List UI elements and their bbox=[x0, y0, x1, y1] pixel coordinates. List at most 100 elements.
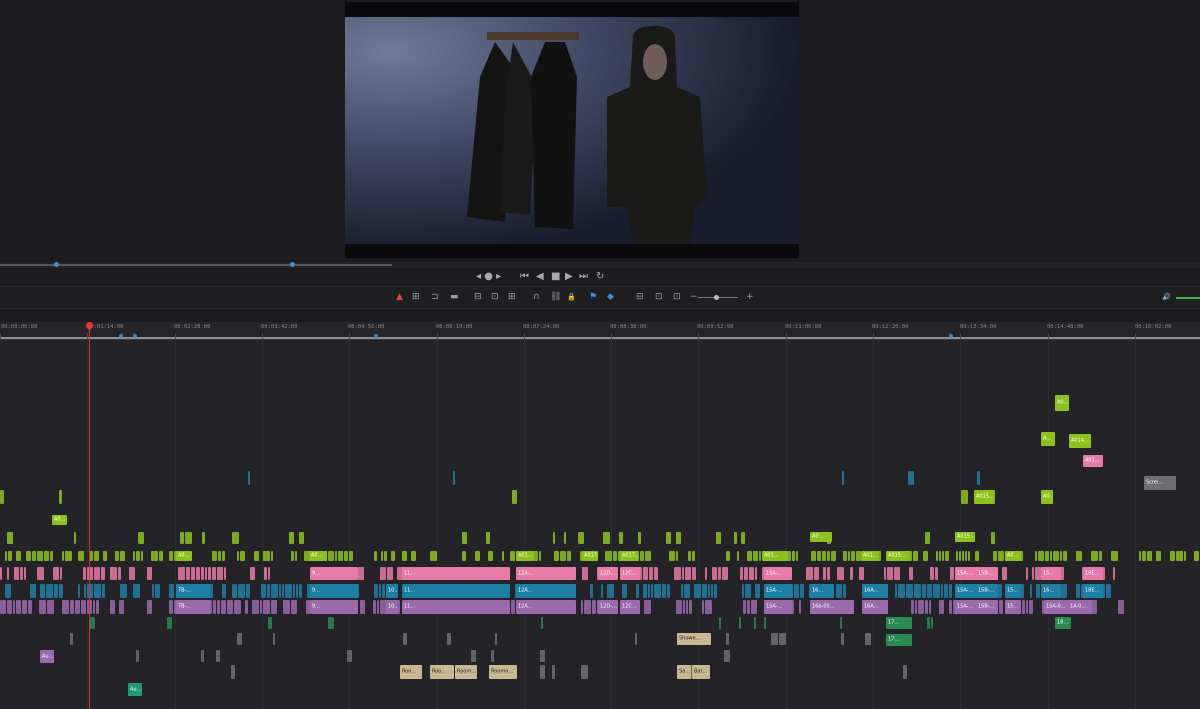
timeline-clip[interactable]: A01... bbox=[516, 551, 534, 561]
timeline-clip[interactable] bbox=[39, 600, 46, 614]
timeline-clip[interactable] bbox=[956, 551, 958, 561]
timeline-clip[interactable]: A015... bbox=[974, 490, 994, 504]
timeline-clip[interactable] bbox=[605, 551, 612, 561]
timeline-clip[interactable] bbox=[977, 471, 980, 485]
timeline-clip[interactable] bbox=[391, 551, 395, 561]
timeline-clip[interactable] bbox=[1026, 600, 1028, 614]
timeline-clip[interactable] bbox=[212, 551, 217, 561]
timeline-clip[interactable] bbox=[296, 584, 298, 598]
timeline-clip[interactable] bbox=[648, 584, 650, 598]
timeline-clip[interactable] bbox=[291, 600, 297, 614]
timeline-clip[interactable] bbox=[5, 584, 11, 598]
timeline-clip[interactable] bbox=[991, 532, 995, 544]
timeline-clip[interactable] bbox=[1091, 551, 1098, 561]
timeline-clip[interactable] bbox=[950, 567, 954, 580]
timeline-clip[interactable] bbox=[751, 600, 757, 614]
timeline-clip[interactable]: Au... bbox=[40, 650, 54, 663]
timeline-clip[interactable] bbox=[344, 551, 348, 561]
timeline-clip[interactable] bbox=[338, 551, 343, 561]
timeline-clip[interactable] bbox=[654, 584, 661, 598]
timeline-clip[interactable] bbox=[903, 665, 907, 679]
timeline-clip[interactable] bbox=[578, 532, 584, 544]
timeline-clip[interactable]: 17... bbox=[886, 634, 912, 646]
timeline-clip[interactable] bbox=[922, 584, 926, 598]
timeline-clip[interactable] bbox=[232, 584, 237, 598]
timeline-clip[interactable] bbox=[402, 551, 407, 561]
timeline-clip[interactable] bbox=[28, 600, 32, 614]
timeline-clip[interactable] bbox=[74, 532, 76, 544]
timeline-clip[interactable]: 16... bbox=[810, 584, 834, 598]
timeline-clip[interactable]: A01... bbox=[1083, 455, 1103, 467]
timeline-clip[interactable] bbox=[78, 551, 84, 561]
timeline-clip[interactable]: A017... bbox=[582, 551, 598, 561]
timeline-clip[interactable] bbox=[755, 567, 757, 580]
timeline-clip[interactable] bbox=[848, 551, 850, 561]
timeline-clip[interactable] bbox=[944, 584, 948, 598]
timeline-clip[interactable] bbox=[282, 584, 284, 598]
timeline-clip[interactable] bbox=[822, 551, 826, 561]
timeline-clip[interactable] bbox=[692, 551, 695, 561]
timeline-clip[interactable] bbox=[13, 600, 15, 614]
timeline-clip[interactable] bbox=[102, 584, 105, 598]
timeline-clip[interactable]: 12C... bbox=[620, 567, 640, 580]
timeline-clip[interactable] bbox=[692, 567, 696, 580]
timeline-clip[interactable] bbox=[998, 584, 1002, 598]
overwrite-clip-icon[interactable]: ⊡ bbox=[491, 292, 499, 303]
timeline-clip[interactable] bbox=[1142, 551, 1146, 561]
timeline-clip[interactable] bbox=[486, 532, 490, 544]
timeline-clip[interactable]: A0... bbox=[309, 551, 327, 561]
timeline-clip[interactable]: 15B-... bbox=[976, 567, 998, 580]
timeline-clip[interactable] bbox=[711, 584, 713, 598]
timeline-clip[interactable] bbox=[84, 584, 86, 598]
timeline-clip[interactable] bbox=[231, 665, 235, 679]
timeline-clip[interactable] bbox=[726, 551, 730, 561]
timeline-clip[interactable] bbox=[895, 584, 897, 598]
dynamic-trim-icon[interactable]: ⊐ bbox=[431, 292, 439, 303]
timeline-clip[interactable] bbox=[512, 490, 517, 504]
timeline-clip[interactable] bbox=[906, 584, 913, 598]
timeline-clip[interactable] bbox=[539, 551, 541, 561]
timeline-clip[interactable] bbox=[743, 600, 746, 614]
timeline-clip[interactable] bbox=[129, 567, 135, 580]
timeline-clip[interactable] bbox=[962, 551, 964, 561]
timeline-clip[interactable]: A0... bbox=[810, 532, 832, 542]
timeline-clip[interactable] bbox=[993, 551, 997, 561]
timeline-clip[interactable] bbox=[1061, 584, 1067, 598]
timeline-clip[interactable] bbox=[843, 551, 847, 561]
timeline-clip[interactable] bbox=[87, 567, 93, 580]
timeline-clip[interactable] bbox=[47, 600, 54, 614]
timeline-clip[interactable]: 12C... bbox=[620, 600, 640, 614]
timeline-clip[interactable] bbox=[141, 551, 143, 561]
timeline-clip[interactable] bbox=[248, 471, 250, 485]
trim-tool-icon[interactable]: ⊞ bbox=[412, 292, 420, 303]
loop-icon[interactable]: ↻ bbox=[596, 271, 604, 283]
timeline-clip[interactable] bbox=[271, 584, 278, 598]
timeline-clip[interactable] bbox=[16, 551, 21, 561]
timeline-clip[interactable] bbox=[94, 551, 99, 561]
timeline-clip[interactable] bbox=[268, 567, 270, 580]
timeline-clip[interactable] bbox=[799, 600, 801, 614]
timeline-clip[interactable] bbox=[931, 617, 933, 629]
timeline-clip[interactable] bbox=[1045, 551, 1049, 561]
linked-selection-icon[interactable]: ⛓ bbox=[550, 292, 561, 303]
timeline-clip[interactable] bbox=[502, 551, 504, 561]
timeline-clip[interactable] bbox=[754, 617, 756, 629]
timeline-clip[interactable] bbox=[299, 532, 304, 544]
timeline-clip[interactable] bbox=[8, 551, 12, 561]
timeline-clip[interactable] bbox=[83, 567, 86, 580]
timeline-clip[interactable] bbox=[53, 567, 59, 580]
timeline-clip[interactable]: 12A-... bbox=[516, 567, 576, 580]
timeline-clip[interactable]: 15A-... bbox=[764, 567, 792, 580]
timeline-clip[interactable] bbox=[929, 600, 931, 614]
timeline-clip[interactable] bbox=[380, 567, 386, 580]
timeline-clip[interactable] bbox=[603, 532, 610, 544]
timeline-clip[interactable] bbox=[1194, 551, 1199, 561]
timeline-clip[interactable] bbox=[119, 600, 124, 614]
timeline-clip[interactable]: Screi... bbox=[1144, 476, 1176, 490]
timeline-clip[interactable] bbox=[682, 567, 684, 580]
timeline-clip[interactable] bbox=[191, 567, 195, 580]
timeline-clip[interactable]: 15B-... bbox=[976, 584, 998, 598]
go-to-first-frame-button[interactable]: ⏮ bbox=[520, 271, 529, 283]
timeline-clip[interactable] bbox=[640, 551, 644, 561]
timeline-clip[interactable]: Sa... bbox=[677, 665, 691, 679]
